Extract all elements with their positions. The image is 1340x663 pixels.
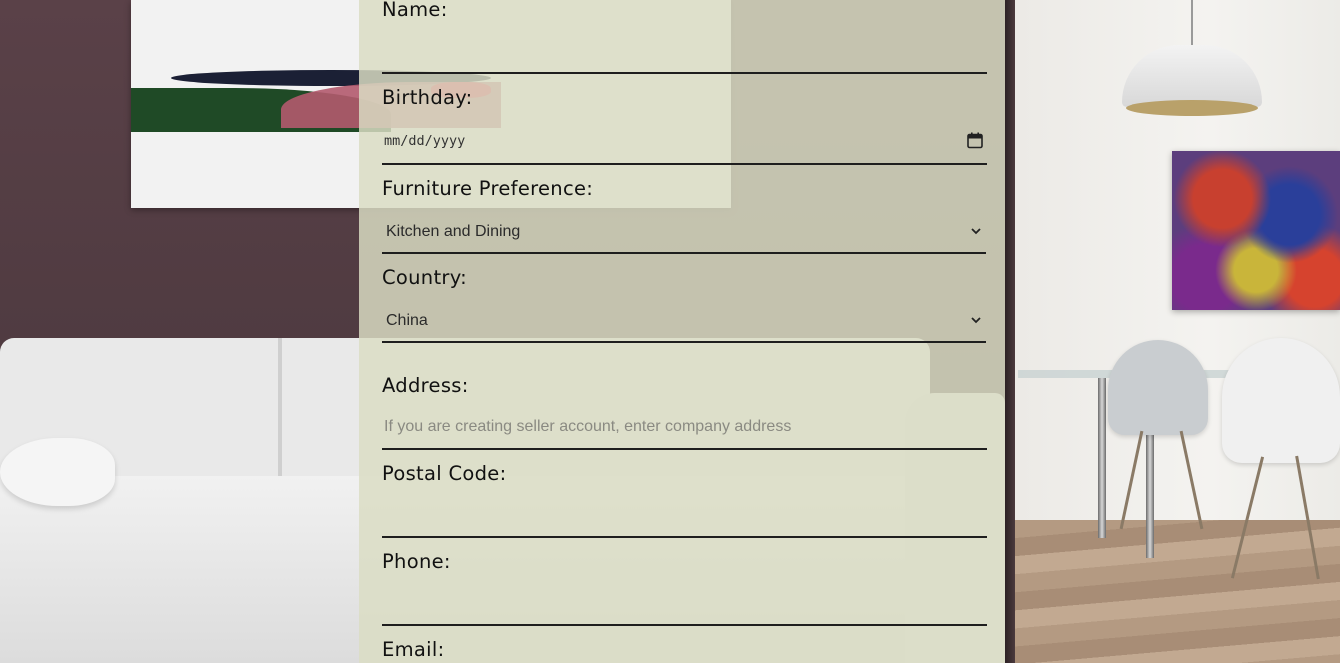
country-underline — [382, 341, 986, 343]
address-input[interactable] — [382, 412, 987, 442]
colorful-painting — [1172, 151, 1340, 310]
chevron-down-icon — [971, 317, 981, 324]
doorway-edge — [1005, 0, 1015, 663]
pendant-lamp-rim — [1126, 100, 1258, 116]
chair — [1108, 340, 1208, 435]
birthday-input[interactable]: mm/dd/yyyy — [382, 126, 987, 156]
birthday-label: Birthday: — [382, 86, 473, 109]
chevron-down-icon — [971, 228, 981, 235]
address-underline — [382, 448, 987, 450]
furniture-select[interactable]: Kitchen and Dining — [382, 217, 986, 247]
name-label: Name: — [382, 0, 448, 21]
name-input[interactable] — [382, 36, 987, 66]
phone-label: Phone: — [382, 550, 451, 573]
country-select[interactable]: China — [382, 306, 986, 336]
email-label: Email: — [382, 638, 445, 661]
address-label: Address: — [382, 374, 469, 397]
furniture-label: Furniture Preference: — [382, 177, 594, 200]
chair — [1222, 338, 1340, 463]
phone-underline — [382, 624, 987, 626]
name-underline — [382, 72, 987, 74]
postal-code-label: Postal Code: — [382, 462, 507, 485]
postal-code-underline — [382, 536, 987, 538]
table-leg — [1098, 378, 1106, 538]
furniture-underline — [382, 252, 986, 254]
birthday-underline — [382, 163, 987, 165]
wood-floor — [1015, 520, 1340, 663]
country-selected-value: China — [386, 312, 428, 329]
birthday-placeholder: mm/dd/yyyy — [384, 133, 466, 149]
furniture-selected-value: Kitchen and Dining — [386, 223, 521, 240]
phone-input[interactable] — [382, 588, 987, 618]
postal-code-input[interactable] — [382, 500, 987, 530]
country-label: Country: — [382, 266, 468, 289]
lamp-cord — [1191, 0, 1193, 48]
calendar-icon[interactable] — [967, 132, 983, 149]
